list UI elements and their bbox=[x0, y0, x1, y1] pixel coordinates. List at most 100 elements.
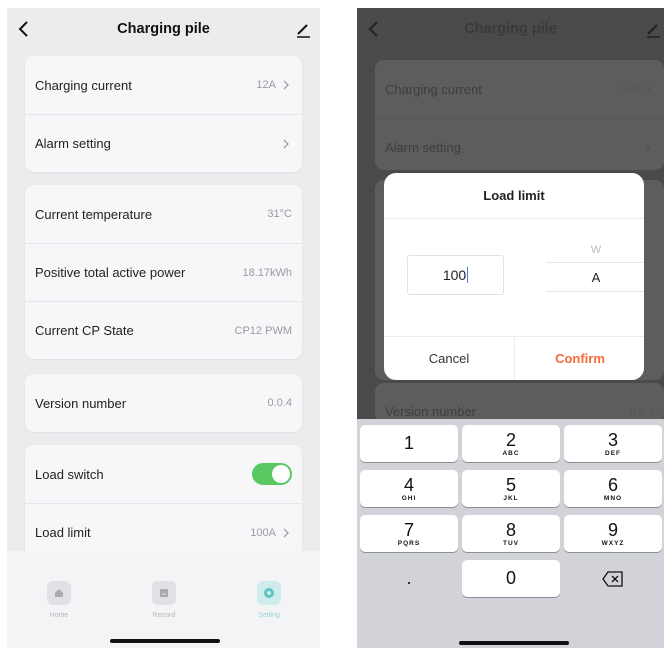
key-letters: PQRS bbox=[397, 540, 421, 547]
key-digit: 7 bbox=[403, 520, 414, 540]
unit-option-w[interactable]: W bbox=[546, 244, 644, 256]
input-value: 100 bbox=[442, 267, 467, 283]
chevron-right-icon bbox=[283, 139, 289, 148]
text-caret bbox=[467, 267, 469, 283]
page-title: Charging pile bbox=[117, 21, 210, 37]
row-value: 100A bbox=[250, 526, 276, 539]
row-label: Charging current bbox=[385, 81, 482, 97]
home-indicator bbox=[459, 641, 569, 645]
settings-group-version: Version number 0.0.4 bbox=[25, 374, 302, 432]
nav-bar: Charging pile bbox=[357, 8, 664, 52]
key-digit: 8 bbox=[505, 520, 516, 540]
chevron-right-icon bbox=[283, 80, 289, 90]
key-letters: ABC bbox=[502, 450, 520, 457]
dimmed-version-group: Version number 0.0.4 bbox=[375, 383, 664, 423]
key-letters: DEF bbox=[605, 450, 621, 457]
key-digit: 6 bbox=[607, 475, 618, 495]
charging-current-row: Charging current 12A bbox=[375, 60, 664, 118]
alarm-setting-row: Alarm setting bbox=[375, 118, 664, 176]
row-label: Alarm setting bbox=[35, 136, 111, 151]
tab-bar: Home Record Setting bbox=[7, 551, 320, 648]
row-value: 12A bbox=[618, 83, 638, 95]
key-letters: GHI bbox=[401, 495, 417, 502]
chevron-right-icon bbox=[645, 143, 651, 152]
key-1[interactable]: 1 bbox=[360, 425, 458, 462]
key-letters: JKL bbox=[503, 495, 519, 502]
row-value: CP12 PWM bbox=[234, 324, 292, 337]
row-label: Alarm setting bbox=[385, 140, 461, 155]
row-label: Current temperature bbox=[35, 206, 153, 222]
home-icon bbox=[47, 581, 71, 605]
dialog-title: Load limit bbox=[483, 188, 545, 203]
settings-group-charging: Charging current 12A Alarm setting bbox=[25, 56, 302, 172]
row-value: 0.0.4 bbox=[629, 407, 654, 419]
divider bbox=[384, 218, 644, 219]
cancel-button[interactable]: Cancel bbox=[384, 336, 514, 380]
key-digit: . bbox=[406, 568, 412, 588]
charging-current-row[interactable]: Charging current 12A bbox=[25, 56, 302, 114]
key-letters: TUV bbox=[503, 540, 519, 547]
load-switch-row: Load switch bbox=[25, 445, 302, 503]
key-7[interactable]: 7 PQRS bbox=[360, 515, 458, 552]
row-label: Positive total active power bbox=[35, 265, 186, 280]
row-value: 0.0.4 bbox=[267, 397, 292, 409]
row-value: 12A bbox=[256, 79, 276, 91]
active-power-row: Positive total active power 18.17kWh bbox=[25, 243, 302, 301]
version-number-row: Version number 0.0.4 bbox=[375, 383, 664, 423]
row-label: Version number bbox=[35, 395, 127, 411]
settings-group-status: Current temperature 31°C Positive total … bbox=[25, 185, 302, 359]
alarm-setting-row[interactable]: Alarm setting bbox=[25, 114, 302, 172]
key-letters: MNO bbox=[603, 495, 623, 502]
key-9[interactable]: 9 WXYZ bbox=[564, 515, 662, 552]
key-0[interactable]: 0 bbox=[462, 560, 560, 597]
tab-label: Home bbox=[49, 612, 69, 619]
load-limit-input[interactable]: 100 bbox=[407, 255, 504, 295]
row-value: 18.17kWh bbox=[242, 266, 292, 279]
key-6[interactable]: 6 MNO bbox=[564, 470, 662, 507]
row-label: Load limit bbox=[35, 525, 91, 540]
nav-bar: Charging pile bbox=[7, 8, 320, 52]
key-3[interactable]: 3 DEF bbox=[564, 425, 662, 462]
picker-line bbox=[546, 262, 644, 263]
settings-group-load: Load switch Load limit 100A bbox=[25, 445, 302, 561]
key-digit: 2 bbox=[505, 430, 516, 450]
row-label: Charging current bbox=[35, 77, 132, 93]
key-8[interactable]: 8 TUV bbox=[462, 515, 560, 552]
backspace-key[interactable] bbox=[564, 560, 662, 597]
tab-label: Record bbox=[152, 612, 176, 619]
record-icon bbox=[152, 581, 176, 605]
tab-record[interactable]: Record bbox=[134, 581, 194, 619]
edit-icon bbox=[647, 24, 660, 38]
unit-option-a[interactable]: A bbox=[546, 270, 644, 285]
dimmed-settings-group: Charging current 12A Alarm setting bbox=[375, 60, 664, 170]
load-limit-dialog-screen: Charging pile Charging current 12A Alarm… bbox=[357, 8, 664, 648]
cp-state-row: Current CP State CP12 PWM bbox=[25, 301, 302, 359]
edit-icon[interactable] bbox=[294, 21, 312, 39]
picker-line bbox=[546, 291, 644, 292]
key-digit: 4 bbox=[403, 475, 414, 495]
numeric-keypad: 1 2 ABC 3 DEF 4 GHI 5 JKL 6 MNO 7 PQRS 8… bbox=[357, 419, 664, 648]
key-2[interactable]: 2 ABC bbox=[462, 425, 560, 462]
home-indicator bbox=[110, 639, 220, 643]
chevron-right-icon bbox=[283, 528, 289, 537]
key-digit: 5 bbox=[505, 475, 516, 495]
row-label: Current CP State bbox=[35, 323, 134, 338]
confirm-button[interactable]: Confirm bbox=[515, 336, 644, 380]
tab-setting[interactable]: Setting bbox=[239, 581, 299, 619]
key-digit: 3 bbox=[607, 430, 618, 450]
page-title: Charging pile bbox=[464, 21, 557, 37]
tab-home[interactable]: Home bbox=[29, 581, 89, 619]
key-dot[interactable]: . bbox=[360, 560, 458, 597]
key-digit: 9 bbox=[607, 520, 618, 540]
setting-icon bbox=[257, 581, 281, 605]
load-limit-dialog: Load limit 100 W A Cancel Confirm bbox=[384, 173, 644, 380]
backspace-icon bbox=[602, 570, 623, 587]
key-letters: WXYZ bbox=[601, 540, 625, 547]
chevron-right-icon bbox=[645, 84, 651, 94]
version-number-row: Version number 0.0.4 bbox=[25, 374, 302, 432]
row-label: Load switch bbox=[35, 466, 104, 482]
key-5[interactable]: 5 JKL bbox=[462, 470, 560, 507]
tab-label: Setting bbox=[258, 612, 280, 619]
load-switch-toggle[interactable] bbox=[252, 463, 292, 485]
key-4[interactable]: 4 GHI bbox=[360, 470, 458, 507]
